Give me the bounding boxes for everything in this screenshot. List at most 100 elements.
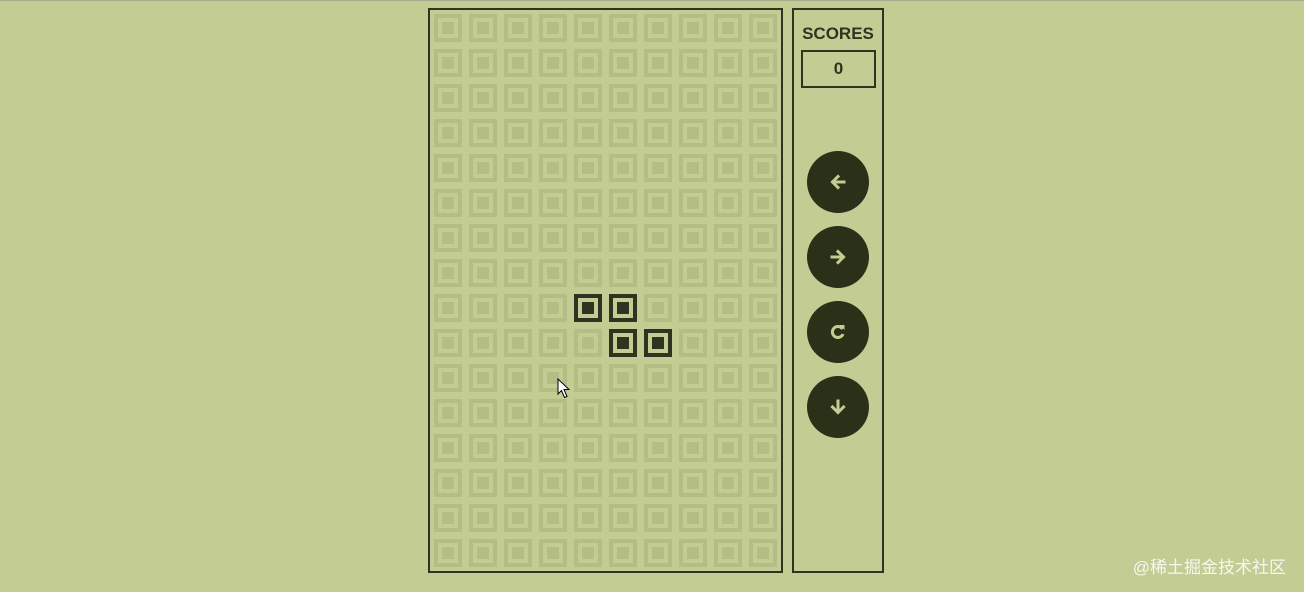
board-grid xyxy=(434,14,777,567)
board-cell xyxy=(749,434,777,462)
board-cell xyxy=(434,154,462,182)
board-cell xyxy=(644,469,672,497)
board-cell xyxy=(644,399,672,427)
board-cell xyxy=(574,329,602,357)
board-cell xyxy=(749,329,777,357)
board-cell xyxy=(539,119,567,147)
board-cell xyxy=(574,119,602,147)
board-cell xyxy=(469,294,497,322)
board-cell xyxy=(749,469,777,497)
score-value: 0 xyxy=(801,50,876,88)
arrow-down-icon xyxy=(830,399,846,415)
score-label: SCORES xyxy=(802,24,874,43)
board-cell xyxy=(609,364,637,392)
board-cell xyxy=(609,224,637,252)
board-cell xyxy=(434,469,462,497)
board-cell xyxy=(609,14,637,42)
board-cell xyxy=(644,14,672,42)
board-cell xyxy=(539,504,567,532)
board-cell xyxy=(679,364,707,392)
board-cell xyxy=(714,84,742,112)
board-cell xyxy=(609,259,637,287)
board-cell xyxy=(749,154,777,182)
board-cell xyxy=(469,14,497,42)
board-cell xyxy=(714,399,742,427)
board-cell xyxy=(574,259,602,287)
arrow-right-icon xyxy=(830,249,846,265)
board-cell xyxy=(574,189,602,217)
board-cell xyxy=(539,329,567,357)
board-cell xyxy=(574,469,602,497)
board-cell xyxy=(434,434,462,462)
board-cell xyxy=(539,49,567,77)
board-cell xyxy=(434,399,462,427)
board-cell xyxy=(469,399,497,427)
board-cell xyxy=(714,364,742,392)
board-cell xyxy=(679,224,707,252)
board-cell xyxy=(434,259,462,287)
board-cell xyxy=(714,154,742,182)
board-cell xyxy=(679,49,707,77)
rotate-icon xyxy=(830,325,845,339)
board-cell xyxy=(714,294,742,322)
board-cell xyxy=(679,294,707,322)
board-cell xyxy=(434,49,462,77)
move-left-button[interactable] xyxy=(807,151,869,213)
board-cell xyxy=(504,399,532,427)
board-cell xyxy=(609,189,637,217)
rotate-button[interactable] xyxy=(807,301,869,363)
board-cell xyxy=(539,469,567,497)
board-cell xyxy=(574,49,602,77)
board-cell xyxy=(644,259,672,287)
board-cell xyxy=(504,329,532,357)
board-cell xyxy=(644,154,672,182)
game-board[interactable] xyxy=(428,8,783,573)
board-cell xyxy=(469,504,497,532)
board-cell xyxy=(609,469,637,497)
board-cell xyxy=(434,189,462,217)
board-cell xyxy=(504,294,532,322)
board-cell xyxy=(644,224,672,252)
board-cell xyxy=(609,539,637,567)
drop-button[interactable] xyxy=(807,376,869,438)
board-cell xyxy=(749,539,777,567)
board-cell xyxy=(539,399,567,427)
board-cell xyxy=(539,14,567,42)
board-cell xyxy=(539,539,567,567)
board-cell xyxy=(469,189,497,217)
board-cell xyxy=(714,224,742,252)
board-cell xyxy=(434,539,462,567)
board-cell xyxy=(434,329,462,357)
board-cell xyxy=(469,469,497,497)
board-cell xyxy=(574,224,602,252)
board-cell xyxy=(434,119,462,147)
board-cell xyxy=(469,224,497,252)
board-cell xyxy=(609,49,637,77)
move-right-button[interactable] xyxy=(807,226,869,288)
board-cell xyxy=(609,504,637,532)
board-cell xyxy=(714,189,742,217)
board-cell xyxy=(749,224,777,252)
board-cell xyxy=(749,119,777,147)
board-cell xyxy=(539,294,567,322)
board-cell xyxy=(469,364,497,392)
board-cell xyxy=(574,434,602,462)
board-cell xyxy=(644,504,672,532)
board-cell xyxy=(539,84,567,112)
board-cell xyxy=(644,294,672,322)
board-cell xyxy=(679,259,707,287)
board-cell-filled xyxy=(609,329,637,357)
board-cell xyxy=(644,49,672,77)
board-cell-filled xyxy=(644,329,672,357)
board-cell xyxy=(644,84,672,112)
board-cell xyxy=(434,224,462,252)
board-cell xyxy=(469,154,497,182)
board-cell xyxy=(714,259,742,287)
board-cell xyxy=(679,469,707,497)
watermark: @稀土掘金技术社区 xyxy=(1132,558,1286,577)
board-cell xyxy=(679,84,707,112)
board-cell xyxy=(679,399,707,427)
board-cell xyxy=(609,434,637,462)
board-cell xyxy=(504,154,532,182)
board-cell xyxy=(679,329,707,357)
